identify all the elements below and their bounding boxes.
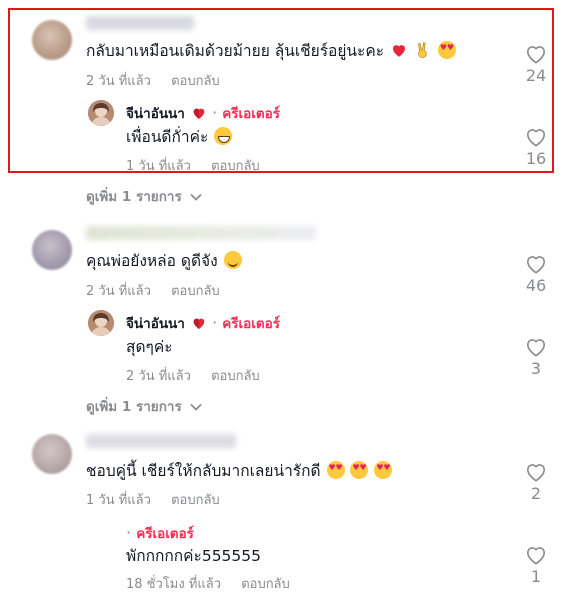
avatar[interactable]: [32, 20, 72, 60]
avatar[interactable]: [32, 434, 72, 474]
smiling-face-hearts-emoji: [437, 41, 456, 59]
smiling-face-hearts-emoji: [326, 461, 345, 479]
creator-avatar[interactable]: [88, 310, 114, 336]
like-count: 46: [525, 276, 547, 295]
separator-dot: ·: [126, 523, 132, 542]
username-blurred[interactable]: [86, 226, 316, 240]
reply-text: สุดๆค่ะ: [126, 334, 173, 359]
comment-text: ชอบคู่นี้ เชียร์ให้กลับมากเลยน่ารักดี: [86, 458, 393, 483]
creator-name[interactable]: จีน่าอันนา: [126, 106, 185, 122]
reply-author-line: จีน่าอันนา · ครีเอเตอร์: [126, 102, 280, 124]
comment-meta: 2 วัน ที่แล้ว ตอบกลับ: [86, 70, 220, 91]
reply-text: พักกกกกค่ะ555555: [126, 543, 261, 568]
reply-text: เพื่อนดีกั่าค่ะ: [126, 124, 233, 149]
like-count: 16: [525, 149, 547, 168]
reply-button[interactable]: ตอบกลับ: [211, 159, 260, 174]
comment-text: กลับมาเหมือนเดิมด้วยม้ายย ลุ้นเชียร์อยู่…: [86, 38, 456, 63]
like-count: 3: [530, 359, 542, 378]
reply-button[interactable]: ตอบกลับ: [171, 74, 220, 89]
comment-text-body: ชอบคู่นี้ เชียร์ให้กลับมากเลยน่ารักดี: [86, 462, 321, 480]
reply-author-line: จีน่าอันนา · ครีเอเตอร์: [126, 312, 280, 334]
reply-meta: 2 วัน ที่แล้ว ตอบกลับ: [126, 365, 260, 386]
chevron-down-icon: [190, 403, 203, 411]
heart-outline-icon[interactable]: [525, 462, 547, 482]
heart-emoji: [191, 105, 207, 121]
heart-outline-icon[interactable]: [525, 44, 547, 64]
creator-badge: ครีเอเตอร์: [136, 526, 194, 542]
reply-age: 1 วัน ที่แล้ว: [126, 159, 191, 174]
comment-meta: 1 วัน ที่แล้ว ตอบกลับ: [86, 489, 220, 510]
comment-age: 2 วัน ที่แล้ว: [86, 284, 151, 299]
creator-name[interactable]: จีน่าอันนา: [126, 316, 185, 332]
separator-dot: ·: [212, 103, 218, 122]
reply-age: 18 ชั่วโมง ที่แล้ว: [126, 577, 222, 592]
reply-button[interactable]: ตอบกลับ: [171, 284, 220, 299]
view-more-replies[interactable]: ดูเพิ่ม 1 รายการ: [86, 185, 203, 207]
comment-text: คุณพ่อยังหล่อ ดูดีจัง: [86, 248, 242, 273]
like-button[interactable]: 16: [521, 127, 551, 168]
reply-button[interactable]: ตอบกลับ: [211, 369, 260, 384]
view-more-replies[interactable]: ดูเพิ่ม 1 รายการ: [86, 395, 203, 417]
view-more-label: ดูเพิ่ม 1 รายการ: [86, 189, 182, 205]
reply-text-body: เพื่อนดีกั่าค่ะ: [126, 128, 209, 146]
heart-outline-icon[interactable]: [525, 127, 547, 147]
heart-outline-icon[interactable]: [525, 545, 547, 565]
heart-emoji: [390, 41, 408, 59]
username-blurred[interactable]: [86, 434, 236, 448]
smiling-face-hearts-emoji: [374, 461, 393, 479]
grinning-face-emoji: [214, 127, 233, 145]
username-blurred[interactable]: [86, 16, 194, 30]
smiling-face-hearts-emoji: [350, 461, 369, 479]
creator-badge: ครีเอเตอร์: [222, 316, 280, 332]
reply-text-body: พักกกกกค่ะ555555: [126, 547, 262, 565]
reply-author-line: · ครีเอเตอร์: [126, 522, 194, 544]
like-button[interactable]: 24: [521, 44, 551, 85]
smiling-face-emoji: [223, 251, 242, 269]
comment-text-body: คุณพ่อยังหล่อ ดูดีจัง: [86, 252, 218, 270]
reply-meta: 18 ชั่วโมง ที่แล้ว ตอบกลับ: [126, 573, 290, 594]
reply-meta: 1 วัน ที่แล้ว ตอบกลับ: [126, 155, 260, 176]
comment-meta: 2 วัน ที่แล้ว ตอบกลับ: [86, 280, 220, 301]
like-button[interactable]: 2: [521, 462, 551, 503]
comment-age: 2 วัน ที่แล้ว: [86, 74, 151, 89]
separator-dot: ·: [212, 313, 218, 332]
heart-emoji: [191, 315, 207, 331]
comment-age: 1 วัน ที่แล้ว: [86, 493, 151, 508]
reply-button[interactable]: ตอบกลับ: [241, 577, 290, 592]
comment-text-body: กลับมาเหมือนเดิมด้วยม้ายย ลุ้นเชียร์อยู่…: [86, 42, 385, 60]
view-more-label: ดูเพิ่ม 1 รายการ: [86, 399, 182, 415]
creator-avatar[interactable]: [88, 100, 114, 126]
like-count: 24: [525, 66, 547, 85]
reply-age: 2 วัน ที่แล้ว: [126, 369, 191, 384]
chevron-down-icon: [190, 193, 203, 201]
creator-badge: ครีเอเตอร์: [222, 106, 280, 122]
reply-text-body: สุดๆค่ะ: [126, 338, 173, 356]
heart-outline-icon[interactable]: [525, 254, 547, 274]
victory-hand-emoji: [414, 41, 432, 59]
like-count: 2: [530, 484, 542, 503]
like-button[interactable]: 1: [521, 545, 551, 586]
like-button[interactable]: 46: [521, 254, 551, 295]
like-count: 1: [530, 567, 542, 586]
avatar[interactable]: [32, 230, 72, 270]
like-button[interactable]: 3: [521, 337, 551, 378]
heart-outline-icon[interactable]: [525, 337, 547, 357]
reply-button[interactable]: ตอบกลับ: [171, 493, 220, 508]
